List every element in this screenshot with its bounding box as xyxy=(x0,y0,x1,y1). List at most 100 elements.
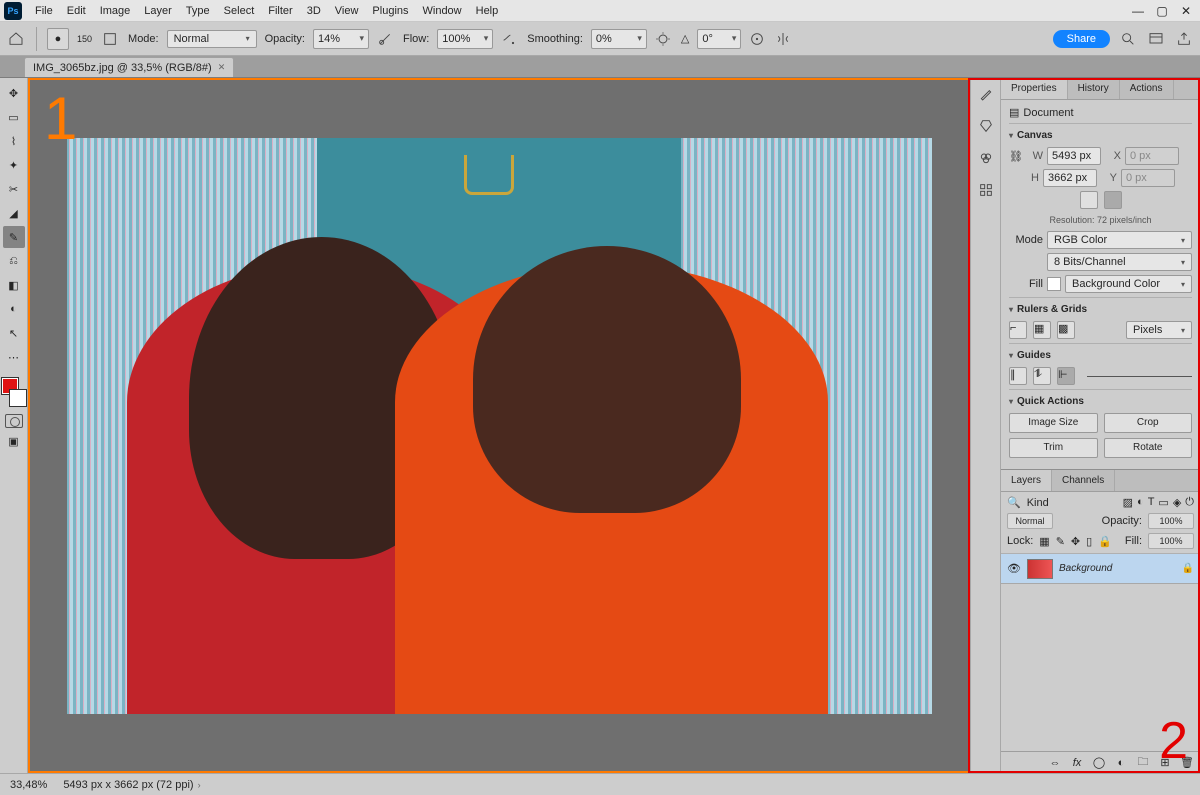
blend-mode-select[interactable]: Normal xyxy=(167,30,257,48)
window-close-icon[interactable]: ✕ xyxy=(1174,0,1198,22)
guides-visible-icon[interactable]: ∥ xyxy=(1009,367,1027,385)
filter-shape-icon[interactable]: ▭ xyxy=(1158,496,1168,509)
airbrush-icon[interactable] xyxy=(499,28,519,50)
menu-layer[interactable]: Layer xyxy=(137,0,179,22)
section-quick-actions[interactable]: Quick Actions xyxy=(1009,396,1192,407)
angle-input[interactable]: 0° xyxy=(697,29,741,49)
opacity-input[interactable]: 14% xyxy=(313,29,369,49)
status-dropdown-icon[interactable]: › xyxy=(198,780,201,790)
tab-history[interactable]: History xyxy=(1068,78,1120,99)
canvas-width-input[interactable]: 5493 px xyxy=(1047,147,1101,165)
layer-row[interactable]: 👁 Background 🔒 xyxy=(1001,554,1200,584)
section-canvas[interactable]: Canvas xyxy=(1009,130,1192,141)
document-canvas[interactable] xyxy=(67,138,932,714)
home-icon[interactable] xyxy=(6,28,26,50)
document-tab[interactable]: IMG_3065bz.jpg @ 33,5% (RGB/8#) ✕ xyxy=(24,57,234,77)
section-guides[interactable]: Guides xyxy=(1009,350,1192,361)
symmetry-icon[interactable] xyxy=(773,28,793,50)
tab-properties[interactable]: Properties xyxy=(1001,78,1068,99)
filter-smart-icon[interactable]: ◈ xyxy=(1173,496,1181,509)
layer-mask-icon[interactable]: ◯ xyxy=(1092,756,1106,770)
path-tool-icon[interactable]: ↖ xyxy=(3,322,25,344)
tab-layers[interactable]: Layers xyxy=(1001,470,1052,491)
tab-channels[interactable]: Channels xyxy=(1052,470,1115,491)
filter-type-icon[interactable]: T xyxy=(1148,496,1155,509)
menu-type[interactable]: Type xyxy=(179,0,217,22)
link-layers-icon[interactable]: ⇔ xyxy=(1048,756,1062,770)
color-panel-icon[interactable] xyxy=(976,148,996,168)
fill-select[interactable]: Background Color xyxy=(1065,275,1192,293)
new-layer-icon[interactable]: ⊞ xyxy=(1158,756,1172,770)
crop-tool-icon[interactable]: ✂ xyxy=(3,178,25,200)
layer-lock-icon[interactable]: 🔒 xyxy=(1182,563,1194,574)
lock-nest-icon[interactable]: ▯ xyxy=(1086,535,1092,548)
background-swatch-icon[interactable] xyxy=(10,390,26,406)
image-size-button[interactable]: Image Size xyxy=(1009,413,1098,433)
layer-fx-icon[interactable]: fx xyxy=(1070,756,1084,770)
link-wh-icon[interactable]: ⛓ xyxy=(1009,150,1023,163)
eyedropper-tool-icon[interactable]: ◢ xyxy=(3,202,25,224)
ruler-toggle-icon[interactable]: ⌐ xyxy=(1009,321,1027,339)
guide-color-icon[interactable] xyxy=(1087,376,1192,377)
status-zoom[interactable]: 33,48% xyxy=(10,779,47,791)
gradient-tool-icon[interactable]: ◧ xyxy=(3,274,25,296)
brush-tool-icon[interactable]: ✎ xyxy=(3,226,25,248)
smoothing-options-icon[interactable] xyxy=(653,28,673,50)
lock-pixel-icon[interactable]: ✎ xyxy=(1056,535,1065,548)
menu-image[interactable]: Image xyxy=(93,0,138,22)
brush-settings-panel-icon[interactable] xyxy=(976,116,996,136)
trim-button[interactable]: Trim xyxy=(1009,438,1098,458)
brushes-panel-icon[interactable] xyxy=(976,84,996,104)
grid-toggle-icon[interactable]: ▦ xyxy=(1033,321,1051,339)
menu-view[interactable]: View xyxy=(328,0,366,22)
filter-adjust-icon[interactable]: ◐ xyxy=(1137,496,1144,509)
move-tool-icon[interactable]: ✥ xyxy=(3,82,25,104)
lock-trans-icon[interactable]: ▦ xyxy=(1039,535,1049,548)
layer-opacity-input[interactable]: 100% xyxy=(1148,513,1194,529)
window-maximize-icon[interactable]: ▢ xyxy=(1150,0,1174,22)
share-button[interactable]: Share xyxy=(1053,30,1110,48)
menu-select[interactable]: Select xyxy=(217,0,262,22)
pressure-size-icon[interactable] xyxy=(747,28,767,50)
color-swatches[interactable] xyxy=(2,378,26,406)
marquee-tool-icon[interactable]: ▭ xyxy=(3,106,25,128)
canvas-height-input[interactable]: 3662 px xyxy=(1043,169,1097,187)
pixel-grid-icon[interactable]: ▩ xyxy=(1057,321,1075,339)
lasso-tool-icon[interactable]: ⌇ xyxy=(3,130,25,152)
color-mode-select[interactable]: RGB Color xyxy=(1047,231,1192,249)
fill-swatch-icon[interactable] xyxy=(1047,277,1061,291)
orientation-portrait-icon[interactable] xyxy=(1080,191,1098,209)
rotate-button[interactable]: Rotate xyxy=(1104,438,1193,458)
tab-actions[interactable]: Actions xyxy=(1120,78,1174,99)
wand-tool-icon[interactable]: ✦ xyxy=(3,154,25,176)
menu-edit[interactable]: Edit xyxy=(60,0,93,22)
window-minimize-icon[interactable]: — xyxy=(1126,0,1150,22)
layer-fill-input[interactable]: 100% xyxy=(1148,533,1194,549)
menu-filter[interactable]: Filter xyxy=(261,0,299,22)
layer-visibility-icon[interactable]: 👁 xyxy=(1007,562,1021,575)
lock-all-icon[interactable]: 🔒 xyxy=(1098,535,1112,548)
bit-depth-select[interactable]: 8 Bits/Channel xyxy=(1047,253,1192,271)
canvas-area[interactable] xyxy=(28,78,970,773)
layer-name[interactable]: Background xyxy=(1059,563,1176,574)
layer-filter-kind[interactable]: Kind xyxy=(1027,497,1049,509)
pressure-opacity-icon[interactable] xyxy=(375,28,395,50)
units-select[interactable]: Pixels xyxy=(1126,321,1192,339)
flow-input[interactable]: 100% xyxy=(437,29,493,49)
swatches-panel-icon[interactable] xyxy=(976,180,996,200)
menu-help[interactable]: Help xyxy=(469,0,506,22)
more-tools-icon[interactable]: ⋯ xyxy=(3,346,25,368)
brush-panel-icon[interactable] xyxy=(100,28,120,50)
menu-file[interactable]: File xyxy=(28,0,60,22)
smoothing-input[interactable]: 0% xyxy=(591,29,647,49)
menu-plugins[interactable]: Plugins xyxy=(365,0,415,22)
filter-pixel-icon[interactable]: ▨ xyxy=(1123,496,1133,509)
guides-lock-icon[interactable]: ⥮ xyxy=(1033,367,1051,385)
adjustment-layer-icon[interactable]: ◐ xyxy=(1114,756,1128,770)
orientation-landscape-icon[interactable] xyxy=(1104,191,1122,209)
crop-button[interactable]: Crop xyxy=(1104,413,1193,433)
lock-pos-icon[interactable]: ✥ xyxy=(1071,535,1080,548)
status-dims[interactable]: 5493 px x 3662 px (72 ppi) xyxy=(63,779,193,791)
screenmode-icon[interactable]: ▣ xyxy=(3,430,25,452)
quickmask-icon[interactable] xyxy=(5,414,23,428)
